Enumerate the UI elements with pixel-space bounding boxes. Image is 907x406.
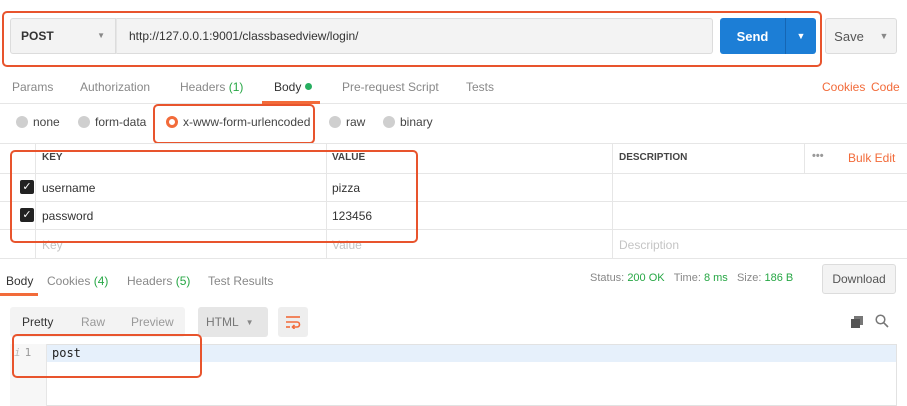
code-link[interactable]: Code <box>871 80 900 94</box>
view-preview[interactable]: Preview <box>131 315 174 329</box>
new-key-input[interactable]: Key <box>42 238 63 252</box>
param-value[interactable]: 123456 <box>332 209 372 223</box>
line-number: i1 <box>14 346 32 359</box>
new-description-input[interactable]: Description <box>619 238 679 252</box>
param-value[interactable]: pizza <box>332 181 360 195</box>
save-options-chevron-icon[interactable]: ▼ <box>872 31 896 41</box>
table-header-border <box>0 173 907 174</box>
radio-form-data-icon <box>78 116 90 128</box>
row-checkbox[interactable]: ✓ <box>20 208 34 222</box>
tab-headers[interactable]: Headers (1) <box>180 80 243 94</box>
response-tab-headers[interactable]: Headers (5) <box>127 274 190 288</box>
search-icon[interactable] <box>875 314 889 331</box>
size-value: 186 B <box>764 272 794 284</box>
save-label: Save <box>834 28 864 44</box>
response-tab-underline <box>0 293 38 296</box>
tab-tests[interactable]: Tests <box>466 80 494 94</box>
send-options-chevron-icon[interactable]: ▼ <box>786 31 816 41</box>
bulk-edit-link[interactable]: Bulk Edit <box>848 151 895 165</box>
chevron-down-icon: ▼ <box>245 317 254 327</box>
headers-count: (1) <box>228 80 244 94</box>
download-button[interactable]: Download <box>822 264 896 294</box>
radio-x-www-form-urlencoded[interactable]: x-www-form-urlencoded <box>166 115 310 129</box>
response-tab-test-results[interactable]: Test Results <box>208 274 273 288</box>
wrap-lines-button[interactable] <box>278 307 308 337</box>
format-select[interactable]: HTML ▼ <box>198 307 268 337</box>
table-col-divider <box>612 143 613 258</box>
column-header-description: DESCRIPTION <box>619 152 688 163</box>
send-label: Send <box>736 28 769 44</box>
chevron-down-icon: ▼ <box>97 31 105 40</box>
new-value-input[interactable]: Value <box>332 238 362 252</box>
radio-raw[interactable]: raw <box>329 115 365 129</box>
url-input[interactable]: http://127.0.0.1:9001/classbasedview/log… <box>116 18 713 54</box>
table-row-border <box>0 201 907 202</box>
cookies-link[interactable]: Cookies <box>822 80 865 94</box>
url-text: http://127.0.0.1:9001/classbasedview/log… <box>129 29 359 43</box>
param-key[interactable]: password <box>42 209 93 223</box>
table-top-border <box>0 143 907 144</box>
radio-selected-icon <box>166 116 178 128</box>
status-value: 200 OK <box>627 272 665 284</box>
row-checkbox[interactable]: ✓ <box>20 180 34 194</box>
radio-none-icon <box>16 116 28 128</box>
tab-pre-request-script[interactable]: Pre-request Script <box>342 80 439 94</box>
more-options-icon[interactable]: ••• <box>812 150 824 162</box>
table-col-divider <box>326 143 327 258</box>
method-select[interactable]: POST ▼ <box>10 18 116 54</box>
info-marker-icon: i <box>14 346 21 359</box>
response-status-info: Status: 200 OK Time: 8 ms Size: 186 B <box>590 272 794 284</box>
radio-binary-icon <box>383 116 395 128</box>
body-active-dot-icon <box>305 83 313 90</box>
table-row-border <box>0 229 907 230</box>
tab-body[interactable]: Body <box>274 80 313 94</box>
view-pretty[interactable]: Pretty <box>22 315 53 329</box>
column-header-key: KEY <box>42 152 63 163</box>
table-col-divider <box>35 143 36 258</box>
response-tab-cookies[interactable]: Cookies (4) <box>47 274 108 288</box>
view-raw[interactable]: Raw <box>81 315 105 329</box>
response-tab-body[interactable]: Body <box>6 274 33 288</box>
method-label: POST <box>21 29 54 43</box>
radio-raw-icon <box>329 116 341 128</box>
tab-authorization[interactable]: Authorization <box>80 80 150 94</box>
time-value: 8 ms <box>703 272 728 284</box>
radio-binary[interactable]: binary <box>383 115 433 129</box>
radio-none[interactable]: none <box>16 115 60 129</box>
active-line-highlight <box>47 345 896 362</box>
save-button[interactable]: Save ▼ <box>825 18 897 54</box>
table-bottom-border <box>0 258 907 259</box>
radio-form-data[interactable]: form-data <box>78 115 146 129</box>
column-header-value: VALUE <box>332 152 366 163</box>
param-key[interactable]: username <box>42 181 95 195</box>
table-col-divider <box>804 143 805 173</box>
tab-params[interactable]: Params <box>12 80 53 94</box>
wrap-lines-icon <box>286 316 301 329</box>
response-body-text: post <box>52 346 81 360</box>
copy-icon[interactable] <box>851 316 863 331</box>
active-tab-underline <box>262 101 320 104</box>
send-button[interactable]: Send ▼ <box>720 18 816 54</box>
